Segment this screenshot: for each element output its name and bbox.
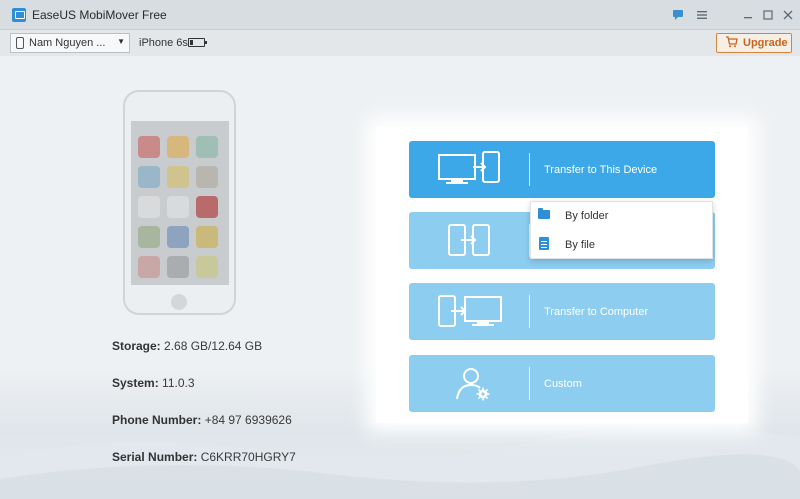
- app-tile: [196, 196, 218, 218]
- device-toolbar: Nam Nguyen ... ▼ iPhone 6s Upgrade: [0, 30, 800, 56]
- serial-number-value: C6KRR70HGRY7: [200, 450, 296, 464]
- app-tile: [167, 136, 189, 158]
- app-tile: [196, 226, 218, 248]
- app-tile: [196, 136, 218, 158]
- menu-icon[interactable]: [693, 6, 711, 24]
- phone-to-computer-icon: [437, 291, 509, 331]
- easeus-logo-icon: [12, 8, 26, 22]
- upgrade-label: Upgrade: [743, 37, 788, 49]
- system-label: System:: [112, 376, 159, 390]
- button-divider: [529, 153, 530, 186]
- user-settings-icon: [437, 363, 509, 403]
- phone-number-value: +84 97 6939626: [204, 413, 292, 427]
- menu-item-by-folder[interactable]: By folder: [531, 202, 714, 231]
- battery-icon: [188, 38, 207, 47]
- phone-icon: [16, 37, 24, 49]
- app-tile: [167, 226, 189, 248]
- minimize-icon[interactable]: [739, 6, 757, 24]
- custom-button[interactable]: Custom: [409, 355, 715, 412]
- phone-number-label: Phone Number:: [112, 413, 202, 427]
- custom-label: Custom: [544, 378, 582, 390]
- close-icon[interactable]: [779, 6, 797, 24]
- cart-icon: [725, 36, 738, 51]
- app-tile: [138, 166, 160, 188]
- system-info: System: 11.0.3: [112, 376, 195, 390]
- transfer-to-computer-label: Transfer to Computer: [544, 306, 649, 318]
- app-tile: [196, 256, 218, 278]
- chevron-down-icon: ▼: [117, 37, 125, 46]
- app-tile: [138, 256, 160, 278]
- by-file-label: By file: [565, 239, 595, 251]
- app-tile: [138, 226, 160, 248]
- app-tile: [138, 136, 160, 158]
- button-divider: [529, 367, 530, 400]
- transfer-to-device-label: Transfer to This Device: [544, 164, 658, 176]
- computer-to-phone-icon: [437, 149, 509, 189]
- folder-icon: [538, 208, 550, 219]
- device-name: Nam Nguyen ...: [29, 37, 106, 49]
- transfer-options-menu: By folder By file: [530, 201, 713, 259]
- maximize-icon[interactable]: [759, 6, 777, 24]
- storage-value: 2.68 GB/12.64 GB: [164, 339, 263, 353]
- app-title: EaseUS MobiMover Free: [32, 8, 167, 22]
- storage-info: Storage: 2.68 GB/12.64 GB: [112, 339, 262, 353]
- storage-label: Storage:: [112, 339, 161, 353]
- title-bar: EaseUS MobiMover Free: [0, 0, 800, 30]
- app-tile: [196, 166, 218, 188]
- app-tile: [167, 196, 189, 218]
- phone-number-info: Phone Number: +84 97 6939626: [112, 413, 292, 427]
- app-tile: [138, 196, 160, 218]
- app-tile: [167, 256, 189, 278]
- app-tile: [167, 166, 189, 188]
- device-select[interactable]: Nam Nguyen ... ▼: [10, 33, 130, 53]
- phone-to-phone-icon: [437, 220, 509, 260]
- feedback-icon[interactable]: [669, 6, 687, 24]
- phone-home-button: [171, 294, 187, 310]
- upgrade-button[interactable]: Upgrade: [716, 33, 792, 53]
- transfer-to-device-button[interactable]: Transfer to This Device: [409, 141, 715, 198]
- menu-item-by-file[interactable]: By file: [531, 231, 714, 260]
- button-divider: [529, 295, 530, 328]
- serial-number-info: Serial Number: C6KRR70HGRY7: [112, 450, 296, 464]
- transfer-to-computer-button[interactable]: Transfer to Computer: [409, 283, 715, 340]
- system-value: 11.0.3: [162, 376, 195, 390]
- by-folder-label: By folder: [565, 210, 609, 222]
- file-icon: [539, 237, 549, 250]
- serial-number-label: Serial Number:: [112, 450, 198, 464]
- device-model: iPhone 6s: [139, 37, 188, 49]
